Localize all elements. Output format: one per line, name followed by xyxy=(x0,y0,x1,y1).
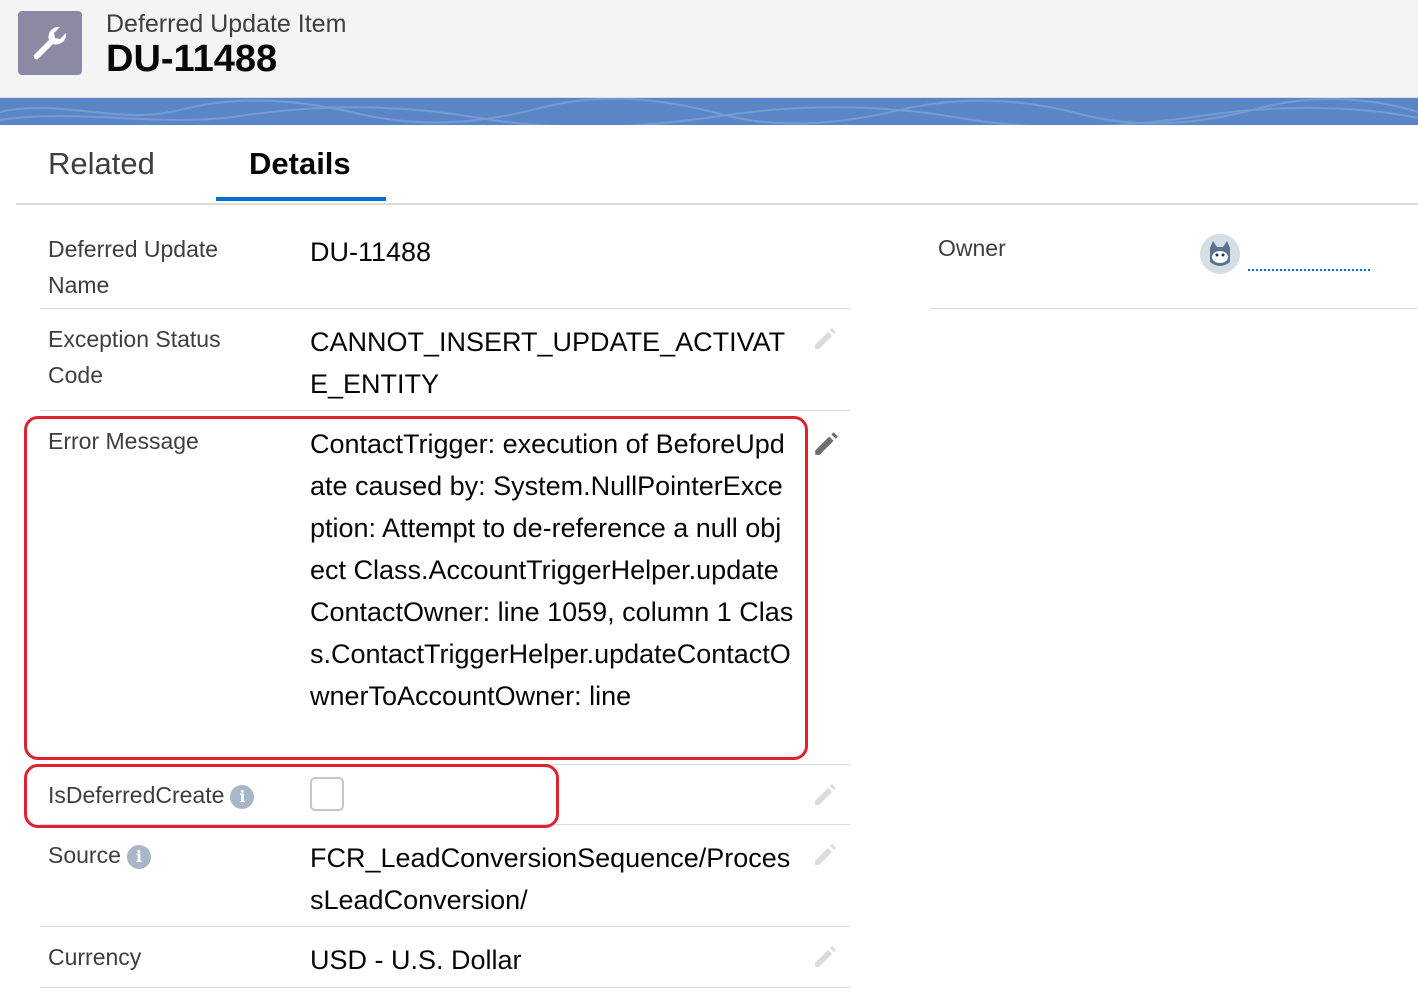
field-label: Owner xyxy=(938,235,1006,261)
field-value: CANNOT_INSERT_UPDATE_ACTIVATE_ENTITY xyxy=(310,327,786,399)
edit-pencil-icon[interactable] xyxy=(812,429,840,457)
field-label: Error Message xyxy=(48,428,199,454)
field-label: Currency xyxy=(48,944,142,970)
field-label: Exception Status Code xyxy=(48,326,221,388)
edit-pencil-icon[interactable] xyxy=(812,325,838,351)
field-is-deferred-create: IsDeferredCreate i xyxy=(40,765,850,825)
object-type-label: Deferred Update Item xyxy=(106,10,347,38)
header-banner xyxy=(0,98,1418,125)
avatar[interactable] xyxy=(1200,234,1240,274)
record-name: DU-11488 xyxy=(106,38,278,80)
active-tab-indicator xyxy=(216,197,386,201)
tab-bar: Related Details xyxy=(16,126,1418,205)
tab-details[interactable]: Details xyxy=(249,146,351,182)
field-label: Deferred Update Name xyxy=(48,236,219,298)
field-exception-status-code: Exception Status Code CANNOT_INSERT_UPDA… xyxy=(40,309,850,411)
field-value: ContactTrigger: execution of BeforeUpdat… xyxy=(310,429,794,711)
field-owner: Owner xyxy=(930,205,1418,309)
owner-link[interactable] xyxy=(1248,269,1370,271)
field-error-message: Error Message ContactTrigger: execution … xyxy=(40,411,850,765)
field-currency: Currency USD - U.S. Dollar xyxy=(40,927,850,988)
field-value: FCR_LeadConversionSequence/ProcessLeadCo… xyxy=(310,843,791,915)
is-deferred-create-checkbox xyxy=(310,777,344,811)
info-icon[interactable]: i xyxy=(126,844,151,869)
field-value: USD - U.S. Dollar xyxy=(310,945,522,975)
edit-pencil-icon[interactable] xyxy=(812,943,838,969)
field-deferred-update-name: Deferred Update Name DU-11488 xyxy=(40,205,850,309)
edit-pencil-icon[interactable] xyxy=(812,841,838,867)
field-source: Source i FCR_LeadConversionSequence/Proce… xyxy=(40,825,850,927)
field-label: IsDeferredCreate i xyxy=(48,777,278,813)
edit-pencil-icon[interactable] xyxy=(812,781,838,807)
field-value: DU-11488 xyxy=(310,237,432,267)
info-icon[interactable]: i xyxy=(230,784,255,809)
record-header: Deferred Update Item DU-11488 xyxy=(0,0,1418,98)
tab-related[interactable]: Related xyxy=(48,146,155,182)
wrench-icon xyxy=(18,11,82,75)
field-label: Source i xyxy=(48,837,278,873)
